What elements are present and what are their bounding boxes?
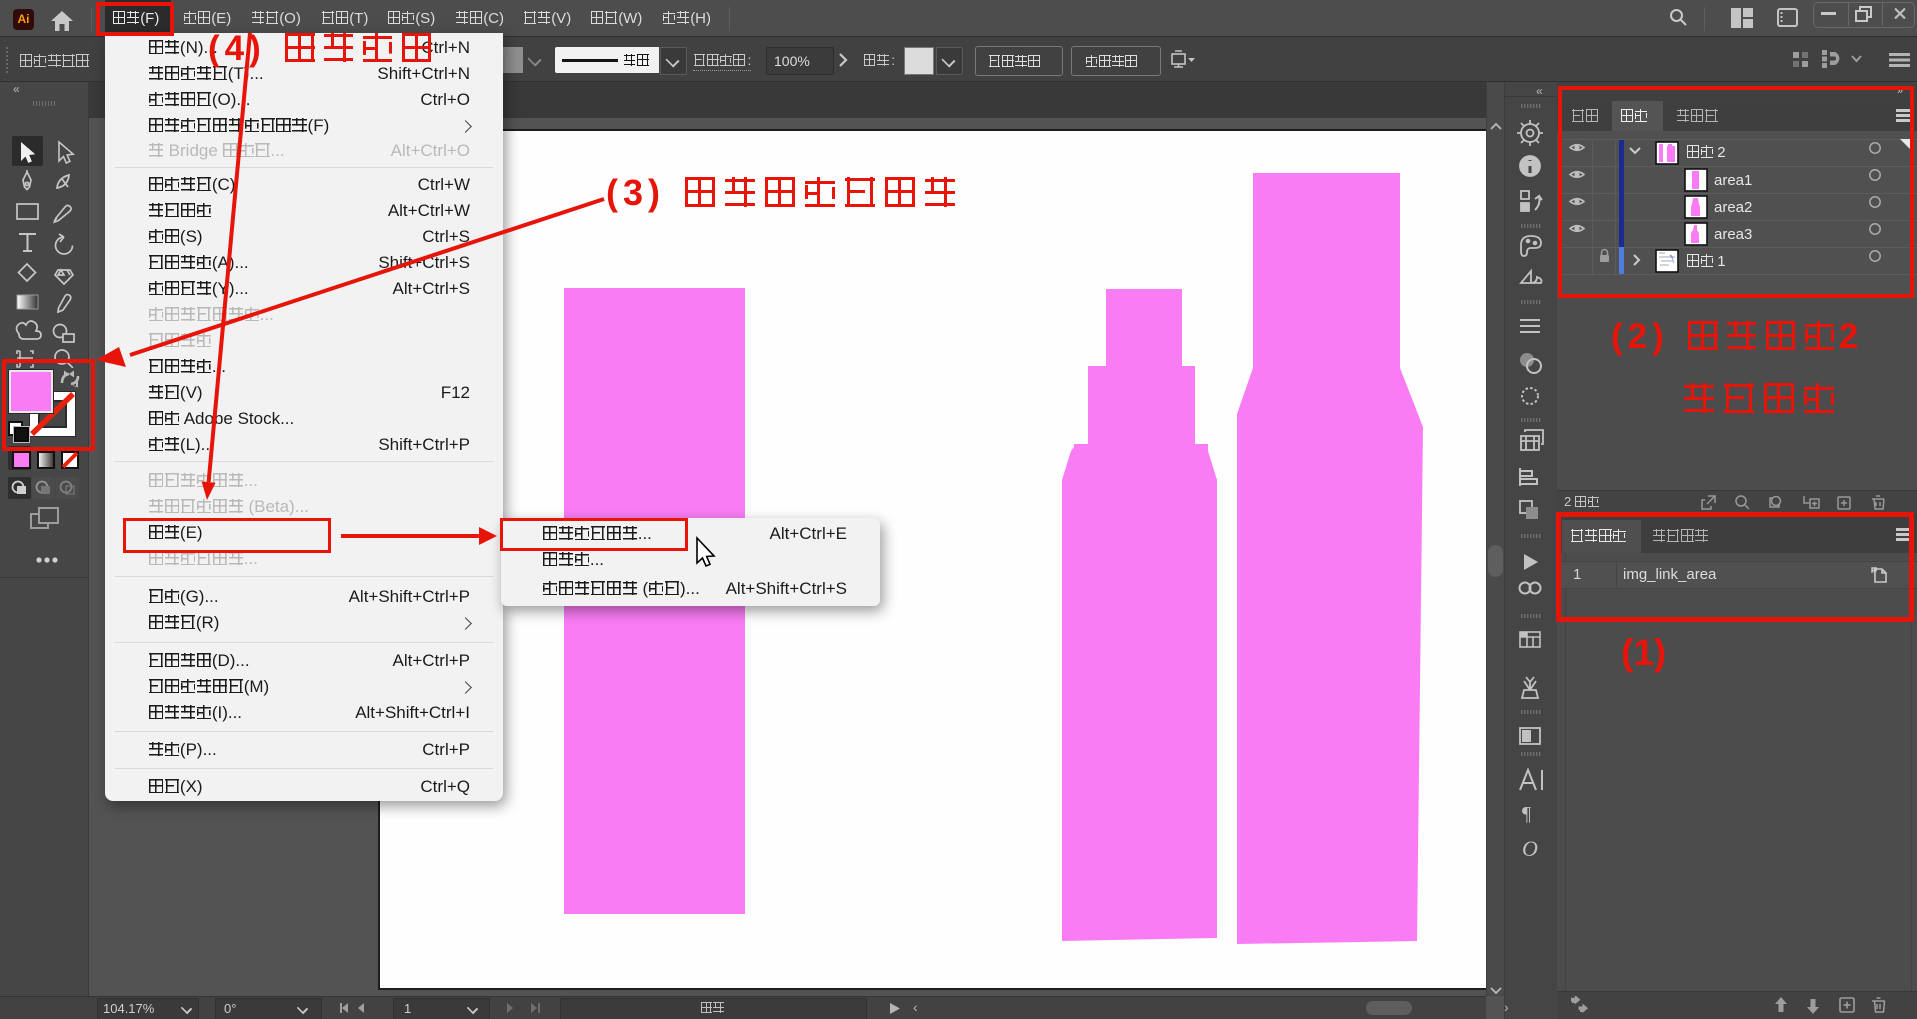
svg-text:O: O	[1522, 836, 1538, 861]
svg-text:¶: ¶	[1522, 803, 1531, 825]
